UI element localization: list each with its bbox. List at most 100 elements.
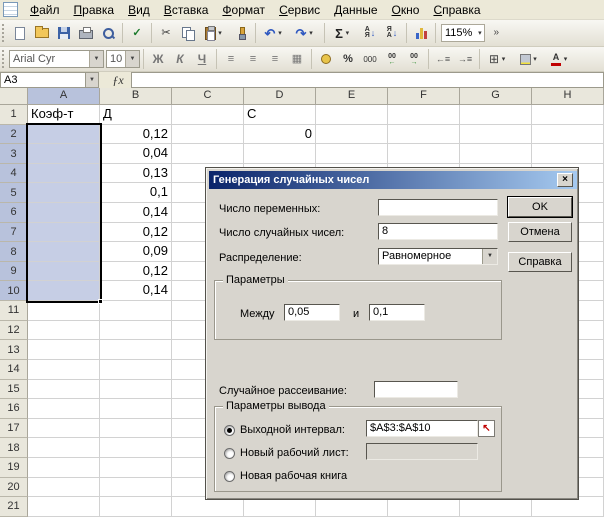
new-workbook-radio[interactable] [224,471,235,482]
cell-C21[interactable] [172,497,244,517]
cell-G2[interactable] [460,124,532,145]
help-button[interactable]: Справка [508,252,572,272]
row-header-12[interactable]: 12 [0,320,28,341]
cell-F1[interactable] [388,105,460,125]
column-header-G[interactable]: G [460,88,532,105]
cell-B1[interactable]: Д [100,105,172,125]
distribution-combo[interactable]: Равномерное ▼ [378,248,498,265]
chart-wizard-button[interactable] [410,22,432,44]
cell-H1[interactable] [532,105,604,125]
row-header-11[interactable]: 11 [0,301,28,321]
increase-indent-button[interactable]: →≡ [454,48,476,70]
bold-button[interactable]: Ж [147,48,169,70]
cell-A18[interactable] [28,438,100,458]
spelling-button[interactable]: ✓ [126,22,148,44]
cell-A16[interactable] [28,399,100,419]
sort-descending-button[interactable]: Я А ↓ [381,22,403,44]
menu-format[interactable]: Формат [215,1,272,19]
formula-input[interactable] [131,72,604,88]
chevron-down-icon[interactable]: ▼ [482,249,497,264]
cell-G3[interactable] [460,144,532,164]
row-header-16[interactable]: 16 [0,399,28,419]
save-button[interactable] [53,22,75,44]
row-header-7[interactable]: 7 [0,222,28,243]
comma-style-button[interactable]: 000 [359,48,381,70]
cell-B8[interactable]: 0,09 [100,242,172,262]
cell-E1[interactable] [316,105,388,125]
cell-C3[interactable] [172,144,244,164]
print-button[interactable] [75,22,97,44]
cell-A11[interactable] [28,301,100,321]
cell-B5[interactable]: 0,1 [100,183,172,204]
cut-button[interactable]: ✂ [155,22,177,44]
font-name-combo[interactable]: Arial Cyr ▼ [9,50,104,68]
new-button[interactable] [9,22,31,44]
cell-B13[interactable] [100,340,172,360]
cell-G1[interactable] [460,105,532,125]
paste-button[interactable]: ▾ [199,22,230,44]
cell-A1[interactable]: Коэф-т [28,105,100,125]
cell-B6[interactable]: 0,14 [100,203,172,223]
cell-B18[interactable] [100,438,172,458]
align-center-button[interactable]: ≡ [242,48,264,70]
cell-B12[interactable] [100,320,172,341]
cell-B14[interactable] [100,359,172,380]
menu-insert[interactable]: Вставка [157,1,216,19]
cell-A21[interactable] [28,497,100,517]
cell-D21[interactable] [244,497,316,517]
between-low-input[interactable]: 0,05 [284,304,340,321]
chevron-down-icon[interactable]: ▼ [125,51,139,67]
ok-button[interactable]: OK [507,196,573,218]
borders-button[interactable]: ⊞ ▾ [483,48,514,70]
cell-B10[interactable]: 0,14 [100,281,172,302]
row-header-20[interactable]: 20 [0,477,28,498]
cancel-button[interactable]: Отмена [508,222,572,242]
column-header-D[interactable]: D [244,88,316,105]
sort-ascending-button[interactable]: А Я ↓ [359,22,381,44]
decrease-indent-button[interactable]: ←≡ [432,48,454,70]
cell-E2[interactable] [316,124,388,145]
cell-E21[interactable] [316,497,388,517]
selection-outline[interactable] [26,123,103,304]
redo-button[interactable]: ↷ ▾ [290,22,321,44]
cell-H3[interactable] [532,144,604,164]
row-header-8[interactable]: 8 [0,242,28,262]
cell-F21[interactable] [388,497,460,517]
underline-button[interactable]: Ч [191,48,213,70]
percent-style-button[interactable]: % [337,48,359,70]
menu-window[interactable]: Окно [385,1,427,19]
menu-file[interactable]: Файл [23,1,67,19]
column-header-F[interactable]: F [388,88,460,105]
cell-B11[interactable] [100,301,172,321]
row-header-14[interactable]: 14 [0,359,28,380]
cell-C1[interactable] [172,105,244,125]
row-header-19[interactable]: 19 [0,457,28,478]
row-header-15[interactable]: 15 [0,379,28,400]
random-seed-input[interactable] [374,381,458,398]
row-header-9[interactable]: 9 [0,261,28,282]
row-header-2[interactable]: 2 [0,124,28,145]
cell-F2[interactable] [388,124,460,145]
menu-help[interactable]: Справка [426,1,487,19]
cell-A15[interactable] [28,379,100,400]
row-header-6[interactable]: 6 [0,203,28,223]
toolbar-grip[interactable] [2,50,7,68]
row-header-17[interactable]: 17 [0,418,28,439]
cell-B19[interactable] [100,457,172,478]
row-header-10[interactable]: 10 [0,281,28,302]
column-header-C[interactable]: C [172,88,244,105]
row-header-5[interactable]: 5 [0,183,28,204]
row-header-18[interactable]: 18 [0,438,28,458]
cell-B16[interactable] [100,399,172,419]
cell-A20[interactable] [28,477,100,498]
italic-button[interactable]: К [169,48,191,70]
row-header-21[interactable]: 21 [0,497,28,517]
column-header-H[interactable]: H [532,88,604,105]
column-header-B[interactable]: B [100,88,172,105]
num-variables-input[interactable] [378,199,498,216]
row-header-4[interactable]: 4 [0,163,28,184]
cell-A12[interactable] [28,320,100,341]
cell-D1[interactable]: С [244,105,316,125]
fill-handle[interactable] [98,299,103,304]
between-high-input[interactable]: 0,1 [369,304,425,321]
